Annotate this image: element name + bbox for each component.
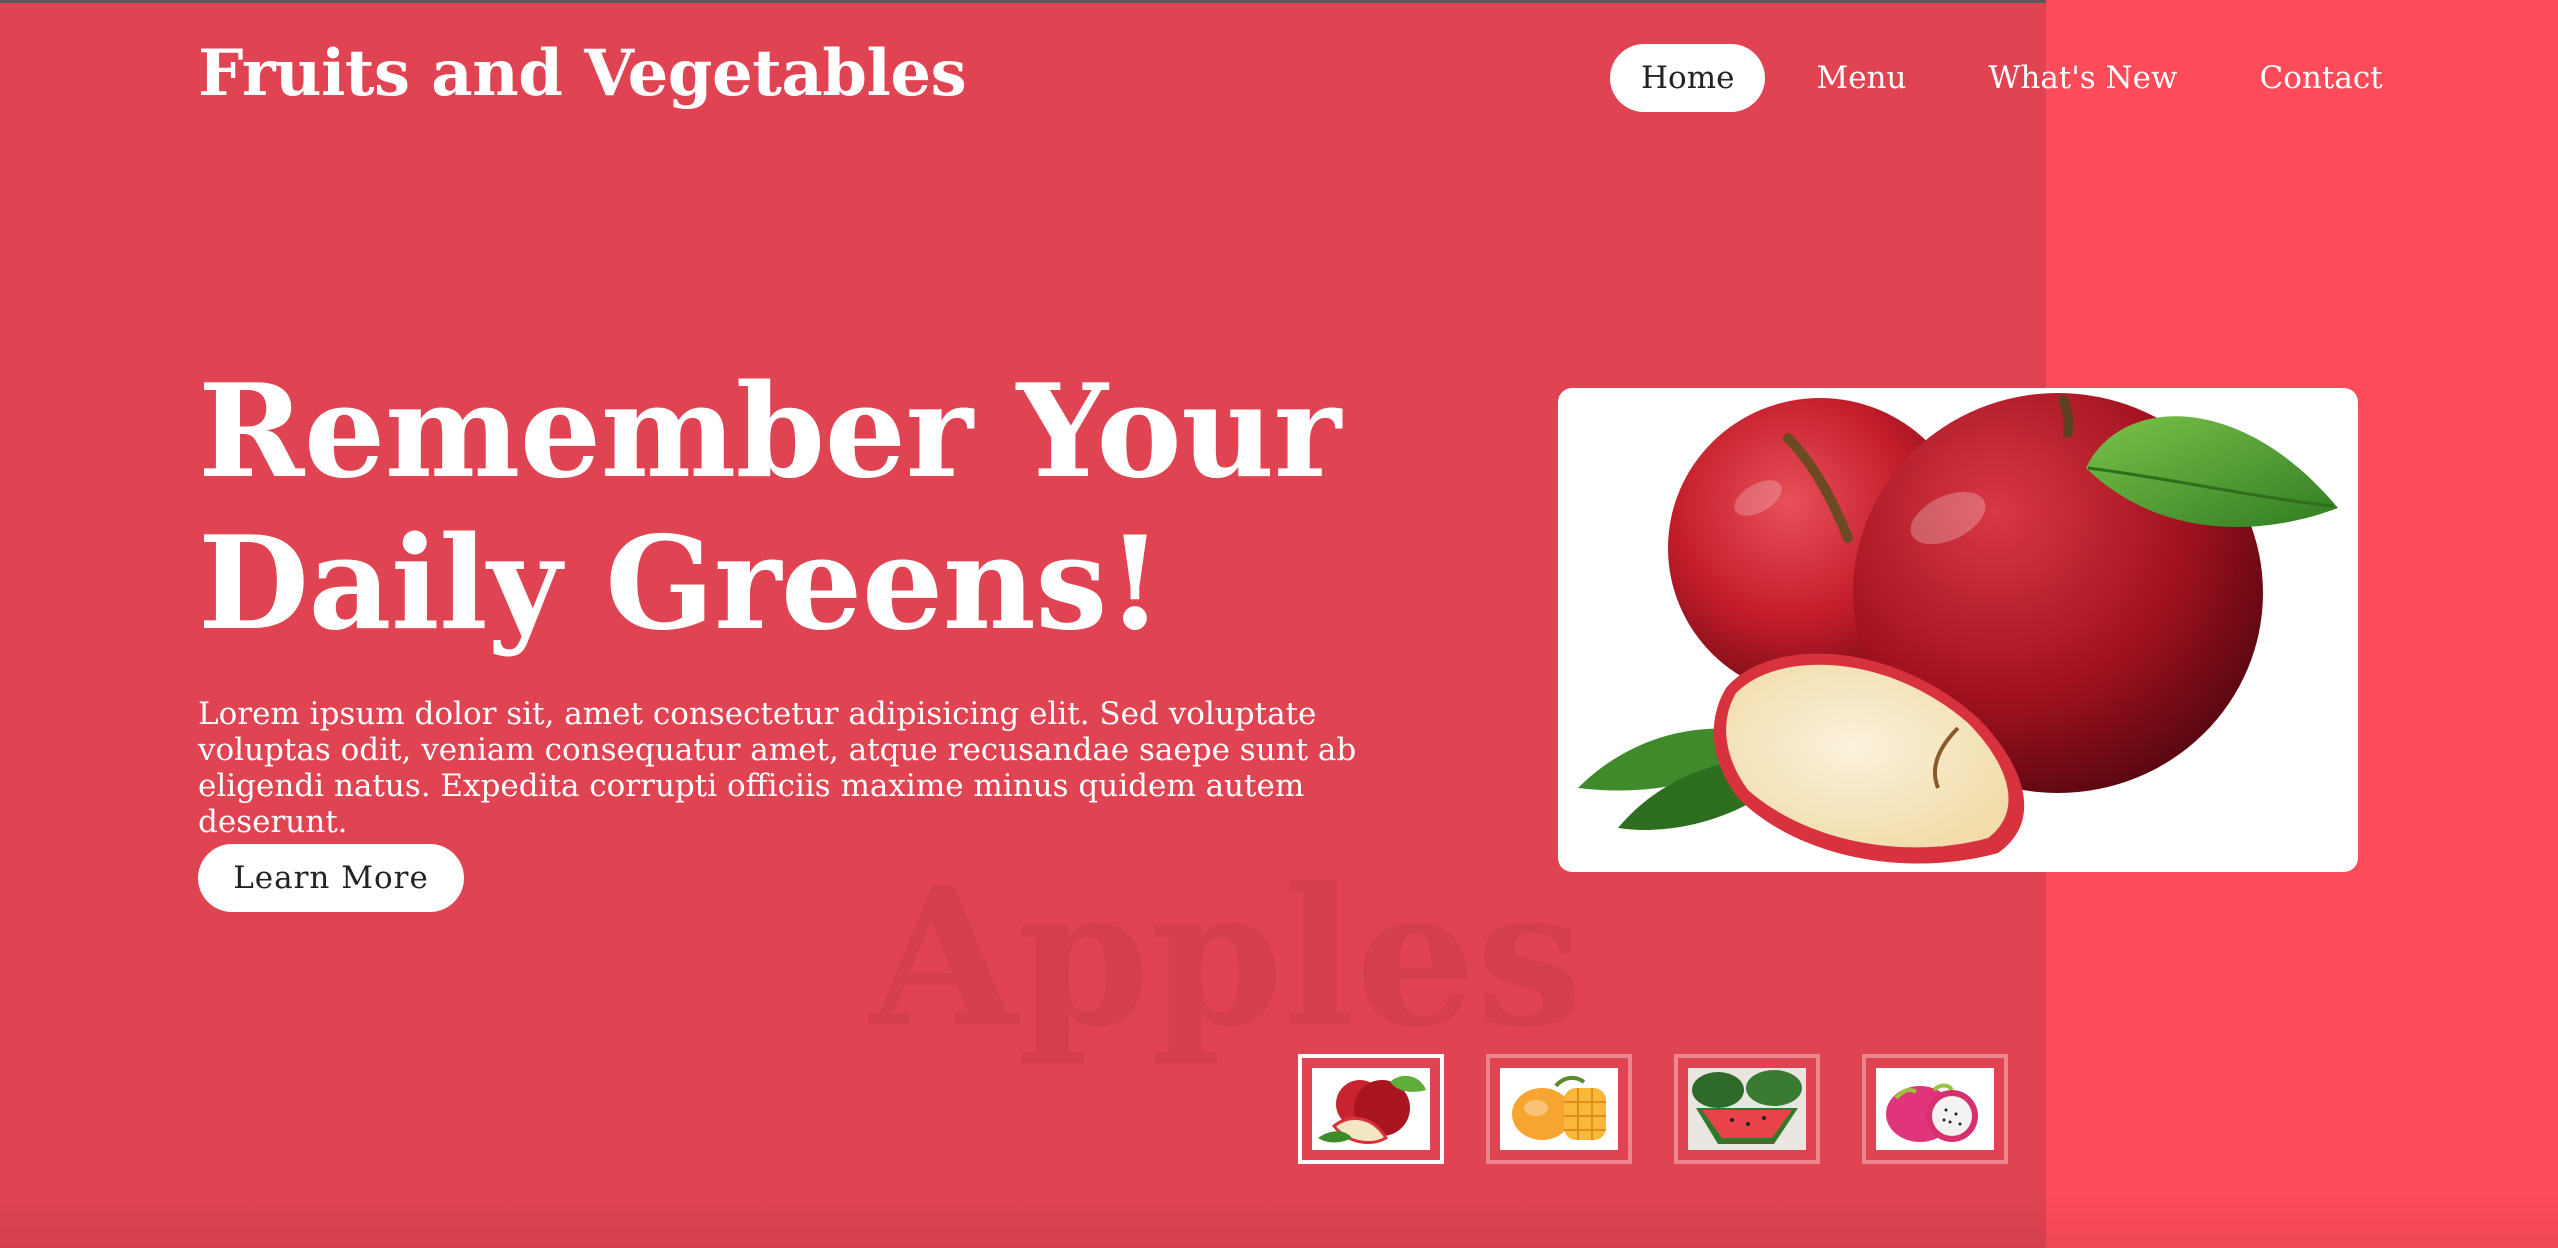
thumbnail-mango[interactable]	[1486, 1054, 1632, 1164]
site-logo[interactable]: Fruits and Vegetables	[198, 36, 967, 111]
headline-line-2: Daily Greens!	[198, 509, 1163, 659]
apple-image	[1578, 393, 2338, 864]
bottom-shadow	[0, 1190, 2558, 1248]
nav-contact[interactable]: Contact	[2229, 44, 2414, 112]
nav-whats-new[interactable]: What's New	[1957, 44, 2208, 112]
headline-line-1: Remember Your	[198, 357, 1341, 507]
watermelon-thumbnail-icon	[1688, 1068, 1806, 1150]
learn-more-button[interactable]: Learn More	[198, 844, 464, 912]
nav-home[interactable]: Home	[1610, 44, 1766, 112]
watermark-text: Apples	[870, 846, 1584, 1069]
hero-description: Lorem ipsum dolor sit, amet consectetur …	[198, 696, 1357, 840]
apple-thumbnail-icon	[1318, 1075, 1426, 1144]
nav-menu[interactable]: Menu	[1785, 44, 1937, 112]
mango-thumbnail-icon	[1512, 1075, 1606, 1140]
thumbnail-watermelon[interactable]	[1674, 1054, 1820, 1164]
thumbnail-apple[interactable]	[1298, 1054, 1444, 1164]
hero-image-card	[1558, 388, 2358, 872]
main-nav: Home Menu What's New Contact	[1610, 44, 2414, 112]
thumbnail-dragonfruit[interactable]	[1862, 1054, 2008, 1164]
dragonfruit-thumbnail-icon	[1886, 1083, 1978, 1142]
hero-headline: Remember Your Daily Greens!	[198, 356, 1498, 660]
